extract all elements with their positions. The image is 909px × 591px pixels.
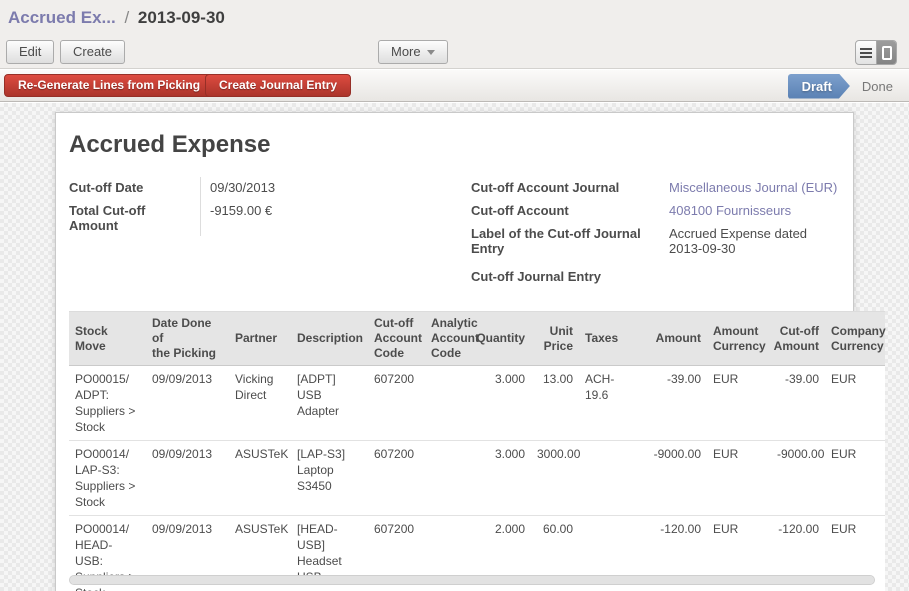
field-cutoff-journal-entry: Cut-off Journal Entry bbox=[471, 266, 853, 289]
column-header[interactable]: Quantity bbox=[473, 312, 531, 365]
column-header[interactable]: Company Currency bbox=[825, 312, 885, 365]
field-total-cutoff-amount: Total Cut-off Amount -9159.00 € bbox=[69, 200, 459, 236]
column-header[interactable]: Date Done of the Picking bbox=[146, 312, 229, 365]
form-sheet: Accrued Expense Cut-off Date 09/30/2013 … bbox=[55, 112, 854, 591]
field-value: 09/30/2013 bbox=[201, 177, 391, 200]
page-title: Accrued Expense bbox=[69, 131, 270, 159]
field-value: Accrued Expense dated 2013-09-30 bbox=[663, 223, 853, 259]
table-cell: [LAP-S3] Laptop S3450 bbox=[291, 441, 368, 515]
field-group-left: Cut-off Date 09/30/2013 Total Cut-off Am… bbox=[69, 177, 459, 236]
column-header[interactable]: Stock Move bbox=[69, 312, 146, 365]
table-cell: PO00015/ ADPT: Suppliers > Stock bbox=[69, 366, 146, 440]
breadcrumb-parent-link[interactable]: Accrued Ex... bbox=[8, 8, 116, 27]
column-header[interactable]: Cut-off Amount bbox=[771, 312, 825, 365]
table-cell: -39.00 bbox=[771, 366, 825, 440]
form-background: Accrued Expense Cut-off Date 09/30/2013 … bbox=[0, 103, 909, 591]
scrollbar-thumb[interactable] bbox=[70, 576, 874, 584]
field-label: Cut-off Account Journal bbox=[471, 177, 663, 200]
account-link[interactable]: 408100 Fournisseurs bbox=[663, 200, 853, 223]
edit-button[interactable]: Edit bbox=[6, 40, 54, 64]
field-cutoff-account-journal: Cut-off Account Journal Miscellaneous Jo… bbox=[471, 177, 853, 200]
table-cell: EUR bbox=[707, 366, 771, 440]
chevron-down-icon bbox=[427, 50, 435, 55]
form-icon bbox=[882, 46, 892, 60]
toolbar: Edit Create More bbox=[0, 36, 909, 69]
regenerate-lines-button[interactable]: Re-Generate Lines from Picking bbox=[4, 74, 214, 97]
field-cutoff-date: Cut-off Date 09/30/2013 bbox=[69, 177, 459, 200]
horizontal-scrollbar[interactable] bbox=[69, 575, 875, 585]
action-bar: Re-Generate Lines from Picking Create Jo… bbox=[0, 70, 909, 102]
field-label: Cut-off Date bbox=[69, 177, 201, 200]
field-journal-entry-label: Label of the Cut-off Journal Entry Accru… bbox=[471, 223, 853, 259]
table-cell: 607200 bbox=[368, 441, 425, 515]
table-cell: 3000.00 bbox=[531, 441, 579, 515]
create-button[interactable]: Create bbox=[60, 40, 125, 64]
table-cell: EUR bbox=[825, 366, 885, 440]
column-header[interactable]: Amount bbox=[641, 312, 707, 365]
field-value: -9159.00 € bbox=[201, 200, 391, 236]
table-cell: PO00014/ LAP-S3: Suppliers > Stock bbox=[69, 441, 146, 515]
more-button[interactable]: More bbox=[378, 40, 448, 64]
table-cell bbox=[425, 366, 473, 440]
breadcrumb: Accrued Ex... / 2013-09-30 bbox=[0, 0, 909, 36]
list-view-button[interactable] bbox=[856, 41, 876, 64]
status-done: Done bbox=[862, 79, 893, 94]
statusbar: Draft Done bbox=[788, 73, 897, 99]
form-view-button[interactable] bbox=[876, 41, 896, 64]
table-cell: ASUSTeK bbox=[229, 441, 291, 515]
field-label: Cut-off Journal Entry bbox=[471, 266, 663, 289]
view-switcher bbox=[855, 40, 897, 65]
table-cell: EUR bbox=[707, 441, 771, 515]
field-label: Total Cut-off Amount bbox=[69, 200, 201, 236]
field-value bbox=[663, 266, 853, 289]
more-button-label: More bbox=[391, 44, 421, 59]
breadcrumb-separator: / bbox=[120, 8, 133, 27]
table-cell: 09/09/2013 bbox=[146, 441, 229, 515]
column-header[interactable]: Partner bbox=[229, 312, 291, 365]
table-cell: ACH-19.6 bbox=[579, 366, 641, 440]
table-cell bbox=[579, 441, 641, 515]
field-group-right: Cut-off Account Journal Miscellaneous Jo… bbox=[471, 177, 853, 289]
table-cell: [ADPT] USB Adapter bbox=[291, 366, 368, 440]
table-header-row: Stock MoveDate Done of the PickingPartne… bbox=[69, 311, 885, 366]
lines-table: Stock MoveDate Done of the PickingPartne… bbox=[69, 311, 885, 591]
table-cell: 13.00 bbox=[531, 366, 579, 440]
table-row[interactable]: PO00015/ ADPT: Suppliers > Stock09/09/20… bbox=[69, 366, 885, 441]
create-journal-entry-button[interactable]: Create Journal Entry bbox=[205, 74, 351, 97]
table-cell: -9000.00 bbox=[641, 441, 707, 515]
field-label: Cut-off Account bbox=[471, 200, 663, 223]
table-cell: 09/09/2013 bbox=[146, 366, 229, 440]
column-header[interactable]: Cut-off Account Code bbox=[368, 312, 425, 365]
table-row[interactable]: PO00014/ LAP-S3: Suppliers > Stock09/09/… bbox=[69, 441, 885, 516]
column-header[interactable]: Amount Currency bbox=[707, 312, 771, 365]
column-header[interactable]: Description bbox=[291, 312, 368, 365]
app-window: Accrued Ex... / 2013-09-30 Edit Create M… bbox=[0, 0, 909, 591]
column-header[interactable]: Unit Price bbox=[531, 312, 579, 365]
field-cutoff-account: Cut-off Account 408100 Fournisseurs bbox=[471, 200, 853, 223]
table-body: PO00015/ ADPT: Suppliers > Stock09/09/20… bbox=[69, 366, 885, 591]
column-header[interactable]: Analytic Account Code bbox=[425, 312, 473, 365]
status-draft: Draft bbox=[788, 74, 850, 99]
table-cell: -9000.00 bbox=[771, 441, 825, 515]
table-cell: Vicking Direct bbox=[229, 366, 291, 440]
column-header[interactable]: Taxes bbox=[579, 312, 641, 365]
journal-link[interactable]: Miscellaneous Journal (EUR) bbox=[663, 177, 853, 200]
table-cell bbox=[425, 441, 473, 515]
breadcrumb-current: 2013-09-30 bbox=[138, 8, 225, 27]
list-icon bbox=[860, 48, 872, 50]
table-cell: 3.000 bbox=[473, 441, 531, 515]
table-cell: 607200 bbox=[368, 366, 425, 440]
table-cell: EUR bbox=[825, 441, 885, 515]
table-cell: -39.00 bbox=[641, 366, 707, 440]
field-label: Label of the Cut-off Journal Entry bbox=[471, 223, 663, 259]
table-cell: 3.000 bbox=[473, 366, 531, 440]
